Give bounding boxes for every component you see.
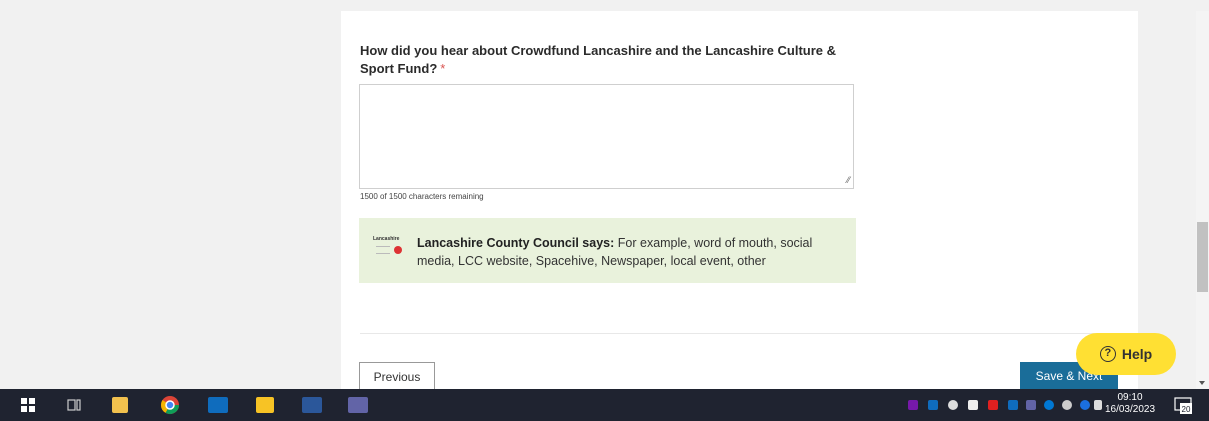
outlook-tray-icon[interactable] <box>928 400 938 410</box>
windows-start-icon[interactable] <box>20 397 36 413</box>
word-icon[interactable] <box>302 397 322 413</box>
file-explorer-icon[interactable] <box>112 397 128 413</box>
sticky-notes-icon[interactable] <box>256 397 274 413</box>
clock-date: 16/03/2023 <box>1104 404 1156 415</box>
question-text: How did you hear about Crowdfund Lancash… <box>360 43 836 76</box>
chrome-icon[interactable] <box>160 395 180 415</box>
required-marker: * <box>440 61 446 76</box>
logo-text: Lancashire <box>373 236 400 242</box>
character-counter: 1500 of 1500 characters remaining <box>360 192 484 201</box>
bluetooth-tray-icon[interactable] <box>1080 400 1090 410</box>
sync-tray-icon[interactable] <box>1062 400 1072 410</box>
help-label: Help <box>1121 346 1153 362</box>
previous-button[interactable]: Previous <box>359 362 435 390</box>
teams-icon[interactable] <box>348 397 368 413</box>
clock-time: 09:10 <box>1117 392 1143 403</box>
council-note-text: Lancashire County Council says: For exam… <box>417 234 847 270</box>
windows-taskbar <box>0 389 1209 421</box>
help-button[interactable]: ? Help <box>1076 333 1176 375</box>
outlook-icon[interactable] <box>208 397 228 413</box>
question-label: How did you hear about Crowdfund Lancash… <box>360 42 860 78</box>
resize-handle-icon[interactable]: ⁄⁄ <box>847 176 850 185</box>
mail-tray-icon[interactable] <box>968 400 978 410</box>
onenote-tray-icon[interactable] <box>908 400 918 410</box>
logo-dot-icon <box>394 246 402 254</box>
page-scrollbar[interactable] <box>1196 11 1209 389</box>
council-speaker: Lancashire County Council says: <box>417 236 615 250</box>
divider <box>360 333 1136 334</box>
council-note: Lancashire Lancashire County Council say… <box>359 218 856 283</box>
notification-count: 20 <box>1182 405 1191 414</box>
answer-textarea[interactable]: ⁄⁄ <box>359 84 854 189</box>
lancashire-logo: Lancashire <box>373 236 403 260</box>
outlook-tray-icon-2[interactable] <box>1008 400 1018 410</box>
taskbar-clock[interactable]: 09:10 16/03/2023 <box>1100 392 1160 416</box>
security-tray-icon[interactable] <box>988 400 998 410</box>
task-view-icon[interactable] <box>66 397 82 413</box>
scroll-down-arrow-icon[interactable] <box>1199 381 1205 385</box>
headset-tray-icon[interactable] <box>948 400 958 410</box>
logo-lines-icon <box>376 246 390 254</box>
onedrive-tray-icon[interactable] <box>1044 400 1054 410</box>
help-circle-icon: ? <box>1099 346 1116 362</box>
teams-tray-icon[interactable] <box>1026 400 1036 410</box>
scrollbar-thumb[interactable] <box>1197 222 1208 292</box>
notification-center-icon[interactable]: 20 <box>1174 396 1192 414</box>
